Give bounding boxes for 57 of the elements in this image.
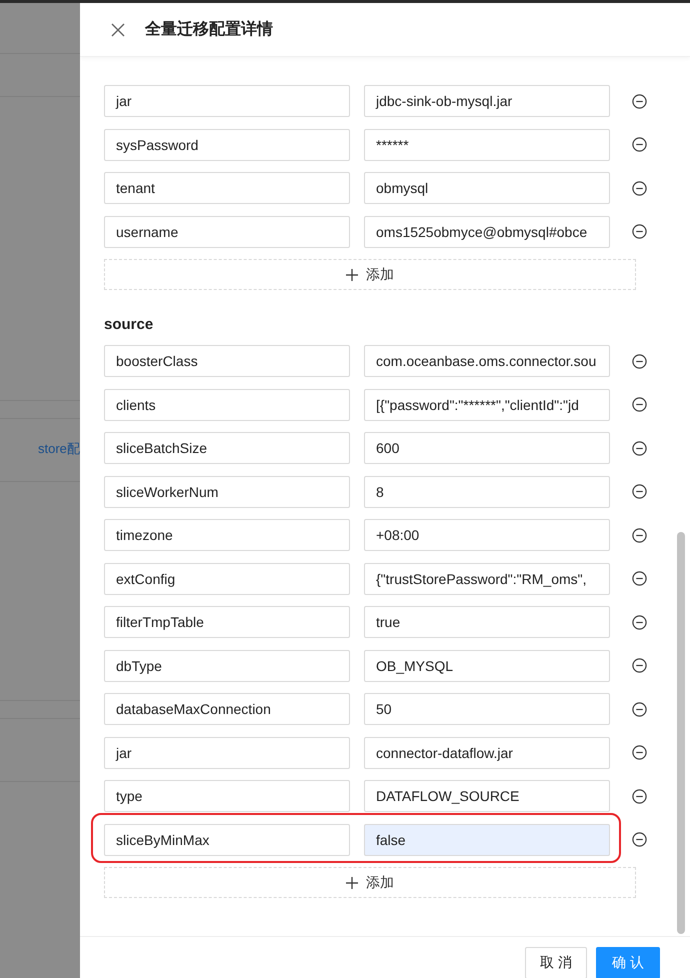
value-input[interactable]: DATAFLOW_SOURCE: [364, 780, 610, 812]
remove-icon[interactable]: [632, 440, 647, 456]
remove-icon[interactable]: [632, 354, 647, 368]
remove-icon[interactable]: [632, 484, 647, 499]
key-input[interactable]: sliceWorkerNum: [104, 476, 350, 508]
value-input[interactable]: ******: [364, 128, 610, 160]
key-input[interactable]: tenant: [104, 172, 350, 204]
key-input[interactable]: sliceBatchSize: [104, 432, 350, 464]
key-input[interactable]: type: [104, 780, 350, 812]
remove-icon[interactable]: [632, 788, 647, 804]
remove-icon[interactable]: [632, 94, 647, 108]
remove-icon[interactable]: [632, 224, 647, 239]
key-input[interactable]: sysPassword: [104, 128, 350, 160]
value-input[interactable]: 8: [364, 476, 610, 508]
add-button[interactable]: 添加: [104, 259, 636, 290]
value-input[interactable]: 50: [364, 693, 610, 725]
drawer-title: 全量迁移配置详情: [145, 19, 273, 40]
key-input[interactable]: boosterClass: [104, 345, 350, 377]
value-input[interactable]: false: [364, 824, 610, 856]
key-input[interactable]: databaseMaxConnection: [104, 693, 350, 725]
remove-icon[interactable]: [632, 137, 647, 152]
add-button[interactable]: 添加: [104, 867, 636, 898]
value-input[interactable]: jdbc-sink-ob-mysql.jar: [364, 85, 610, 117]
value-input[interactable]: oms1525obmyce@obmysql#obce: [364, 216, 610, 248]
remove-icon[interactable]: [632, 528, 647, 542]
remove-icon[interactable]: [632, 658, 647, 673]
plus-icon: [346, 876, 358, 888]
value-input[interactable]: connector-dataflow.jar: [364, 736, 610, 768]
remove-icon[interactable]: [632, 397, 647, 412]
key-input[interactable]: sliceByMinMax: [104, 824, 350, 856]
remove-icon[interactable]: [632, 702, 647, 716]
key-input[interactable]: clients: [104, 388, 350, 420]
remove-icon[interactable]: [632, 180, 647, 196]
key-input[interactable]: jar: [104, 736, 350, 768]
key-input[interactable]: timezone: [104, 519, 350, 551]
key-input[interactable]: dbType: [104, 650, 350, 682]
key-input[interactable]: filterTmpTable: [104, 606, 350, 638]
key-input[interactable]: extConfig: [104, 562, 350, 594]
scrollbar[interactable]: [677, 532, 685, 934]
remove-icon[interactable]: [632, 832, 647, 847]
remove-icon[interactable]: [632, 614, 647, 630]
value-input[interactable]: {"trustStorePassword":"RM_oms",: [364, 562, 610, 594]
value-input[interactable]: obmysql: [364, 172, 610, 204]
remove-icon[interactable]: [632, 745, 647, 760]
value-input[interactable]: com.oceanbase.oms.connector.sou: [364, 345, 610, 377]
value-input[interactable]: [{"password":"******","clientId":"jd: [364, 388, 610, 420]
key-input[interactable]: jar: [104, 85, 350, 117]
key-input[interactable]: username: [104, 216, 350, 248]
value-input[interactable]: OB_MYSQL: [364, 650, 610, 682]
cancel-button[interactable]: 取 消: [525, 947, 587, 978]
close-icon[interactable]: [111, 22, 125, 36]
remove-icon[interactable]: [632, 571, 647, 586]
value-input[interactable]: +08:00: [364, 519, 610, 551]
value-input[interactable]: true: [364, 606, 610, 638]
plus-icon: [346, 268, 358, 280]
value-input[interactable]: 600: [364, 432, 610, 464]
section-title: source: [104, 316, 154, 334]
